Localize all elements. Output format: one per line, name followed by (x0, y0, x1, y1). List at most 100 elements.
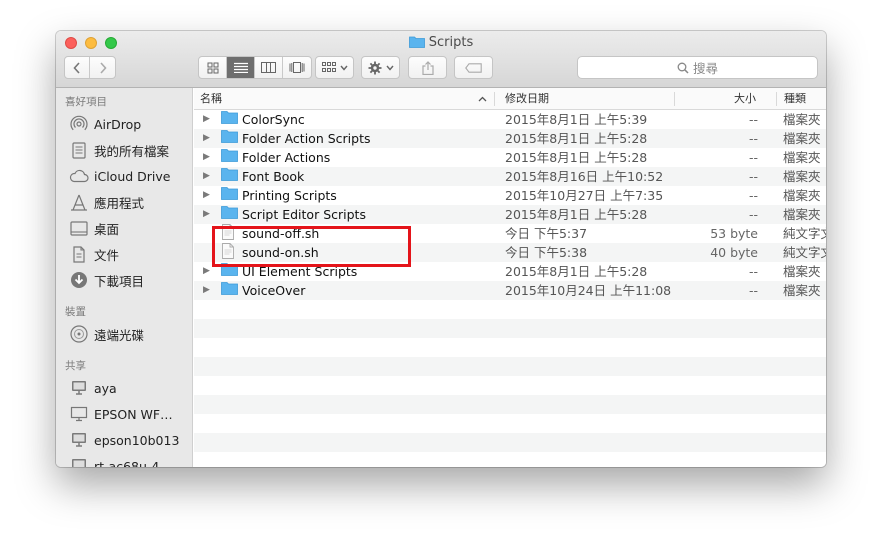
empty-row (194, 338, 826, 357)
column-size-label: 大小 (734, 92, 756, 105)
column-header-kind[interactable]: 種類 (778, 88, 826, 110)
computer-icon (69, 379, 89, 397)
sidebar-item-desktop[interactable]: 桌面 (69, 218, 119, 238)
empty-row (194, 300, 826, 319)
sidebar-item-label: 桌面 (94, 221, 120, 237)
column-header-date[interactable]: 修改日期 (499, 88, 674, 110)
sidebar-item-shared-aya[interactable]: aya (69, 378, 117, 398)
highlight-box (212, 226, 411, 267)
sidebar-item-icloud[interactable]: iCloud Drive (69, 166, 170, 186)
column-header-size[interactable]: 大小 (674, 88, 764, 110)
sidebar-item-shared-epson10b013[interactable]: epson10b013 (69, 430, 179, 450)
file-size: 53 byte (710, 226, 758, 241)
downloads-icon (69, 271, 89, 289)
folder-icon (221, 129, 238, 148)
sidebar-item-label: AirDrop (94, 116, 142, 132)
sidebar-item-airdrop[interactable]: AirDrop (69, 114, 141, 134)
search-icon (677, 62, 689, 74)
sidebar-item-shared-epson-wf[interactable]: EPSON WF… (69, 404, 173, 424)
file-date: 今日 下午5:37 (505, 226, 588, 241)
folder-icon (221, 167, 238, 186)
file-date: 今日 下午5:38 (505, 245, 588, 260)
file-kind: 純文字文 (783, 226, 826, 241)
sidebar-item-shared-rt-ac68u[interactable]: rt-ac68u-4… (69, 456, 172, 467)
folder-icon (221, 110, 238, 129)
forward-button[interactable] (90, 57, 115, 78)
file-name: Printing Scripts (242, 188, 337, 203)
file-kind: 純文字文 (783, 245, 826, 260)
sidebar-item-documents[interactable]: 文件 (69, 244, 119, 264)
disclosure-triangle-icon[interactable]: ▶ (203, 186, 210, 205)
disclosure-triangle-icon[interactable]: ▶ (203, 167, 210, 186)
display-icon (69, 405, 89, 423)
sidebar-item-applications[interactable]: 應用程式 (69, 192, 144, 212)
sidebar-item-label: 我的所有檔案 (94, 143, 170, 159)
folder-icon (221, 148, 238, 167)
search-placeholder: 搜尋 (692, 61, 718, 76)
file-date: 2015年8月1日 上午5:28 (505, 150, 648, 165)
icon-view-button[interactable] (199, 57, 227, 78)
file-size: -- (748, 169, 758, 184)
sidebar-item-label: rt-ac68u-4… (94, 458, 172, 468)
sidebar-item-label: iCloud Drive (94, 168, 171, 184)
file-row-voiceover[interactable]: ▶ VoiceOver 2015年10月24日 上午11:08 -- 檔案夾 (194, 281, 826, 300)
chevron-down-icon (385, 65, 394, 71)
disclosure-triangle-icon[interactable]: ▶ (203, 148, 210, 167)
arrange-button[interactable] (315, 56, 354, 79)
file-row-printing-scripts[interactable]: ▶ Printing Scripts 2015年10月27日 上午7:35 --… (194, 186, 826, 205)
column-separator (494, 92, 495, 106)
column-header-name[interactable]: 名稱 (194, 88, 494, 110)
share-button[interactable] (408, 56, 447, 79)
disclosure-triangle-icon[interactable]: ▶ (203, 205, 210, 224)
file-row-colorsync[interactable]: ▶ ColorSync 2015年8月1日 上午5:39 -- 檔案夾 (194, 110, 826, 129)
file-size: -- (748, 150, 758, 165)
file-row-folder-actions[interactable]: ▶ Folder Actions 2015年8月1日 上午5:28 -- 檔案夾 (194, 148, 826, 167)
disclosure-triangle-icon[interactable]: ▶ (203, 262, 210, 281)
tag-button[interactable] (454, 56, 493, 79)
file-size: -- (748, 283, 758, 298)
disclosure-triangle-icon[interactable]: ▶ (203, 110, 210, 129)
file-list: 名稱 修改日期 大小 種類 ▶ ColorSync 2015年8月1日 上午5:… (194, 88, 826, 467)
file-name: Folder Action Scripts (242, 131, 371, 146)
sidebar: 喜好項目 AirDrop 我的所有檔案 iCloud Drive 應用程式 桌面… (56, 88, 193, 467)
title-bar: Scripts 搜尋 (56, 31, 826, 88)
list-view-button[interactable] (227, 57, 255, 78)
sidebar-item-label: 下載項目 (94, 273, 145, 289)
file-size: -- (748, 207, 758, 222)
documents-icon (69, 245, 89, 263)
coverflow-view-button[interactable] (283, 57, 311, 78)
file-size: -- (748, 188, 758, 203)
file-date: 2015年8月1日 上午5:28 (505, 207, 648, 222)
gear-icon (368, 61, 381, 74)
file-kind: 檔案夾 (783, 264, 821, 279)
empty-row (194, 395, 826, 414)
file-date: 2015年8月1日 上午5:28 (505, 131, 648, 146)
icon-view-icon (207, 62, 218, 73)
disclosure-triangle-icon[interactable]: ▶ (203, 281, 210, 300)
sidebar-section-devices: 裝置 (65, 306, 86, 318)
computer-icon (69, 431, 89, 449)
chevron-left-icon (73, 61, 80, 74)
file-row-folder-action-scripts[interactable]: ▶ Folder Action Scripts 2015年8月1日 上午5:28… (194, 129, 826, 148)
file-row-font-book[interactable]: ▶ Font Book 2015年8月16日 上午10:52 -- 檔案夾 (194, 167, 826, 186)
folder-icon (221, 186, 238, 205)
sidebar-item-downloads[interactable]: 下載項目 (69, 270, 144, 290)
action-button[interactable] (361, 56, 400, 79)
sidebar-item-all-files[interactable]: 我的所有檔案 (69, 140, 169, 160)
file-kind: 檔案夾 (783, 112, 821, 127)
desktop-icon (69, 219, 89, 237)
share-icon (421, 60, 434, 75)
file-date: 2015年10月24日 上午11:08 (505, 283, 672, 298)
sidebar-section-favorites: 喜好項目 (65, 96, 107, 108)
file-kind: 檔案夾 (783, 150, 821, 165)
file-kind: 檔案夾 (783, 188, 821, 203)
sidebar-item-label: EPSON WF… (94, 406, 173, 422)
column-view-button[interactable] (255, 57, 283, 78)
back-button[interactable] (65, 57, 90, 78)
search-field[interactable]: 搜尋 (577, 56, 818, 79)
disclosure-triangle-icon[interactable]: ▶ (203, 129, 210, 148)
sidebar-item-remote-disc[interactable]: 遠端光碟 (69, 324, 144, 344)
file-row-script-editor-scripts[interactable]: ▶ Script Editor Scripts 2015年8月1日 上午5:28… (194, 205, 826, 224)
file-kind: 檔案夾 (783, 207, 821, 222)
list-view-icon (233, 62, 248, 73)
